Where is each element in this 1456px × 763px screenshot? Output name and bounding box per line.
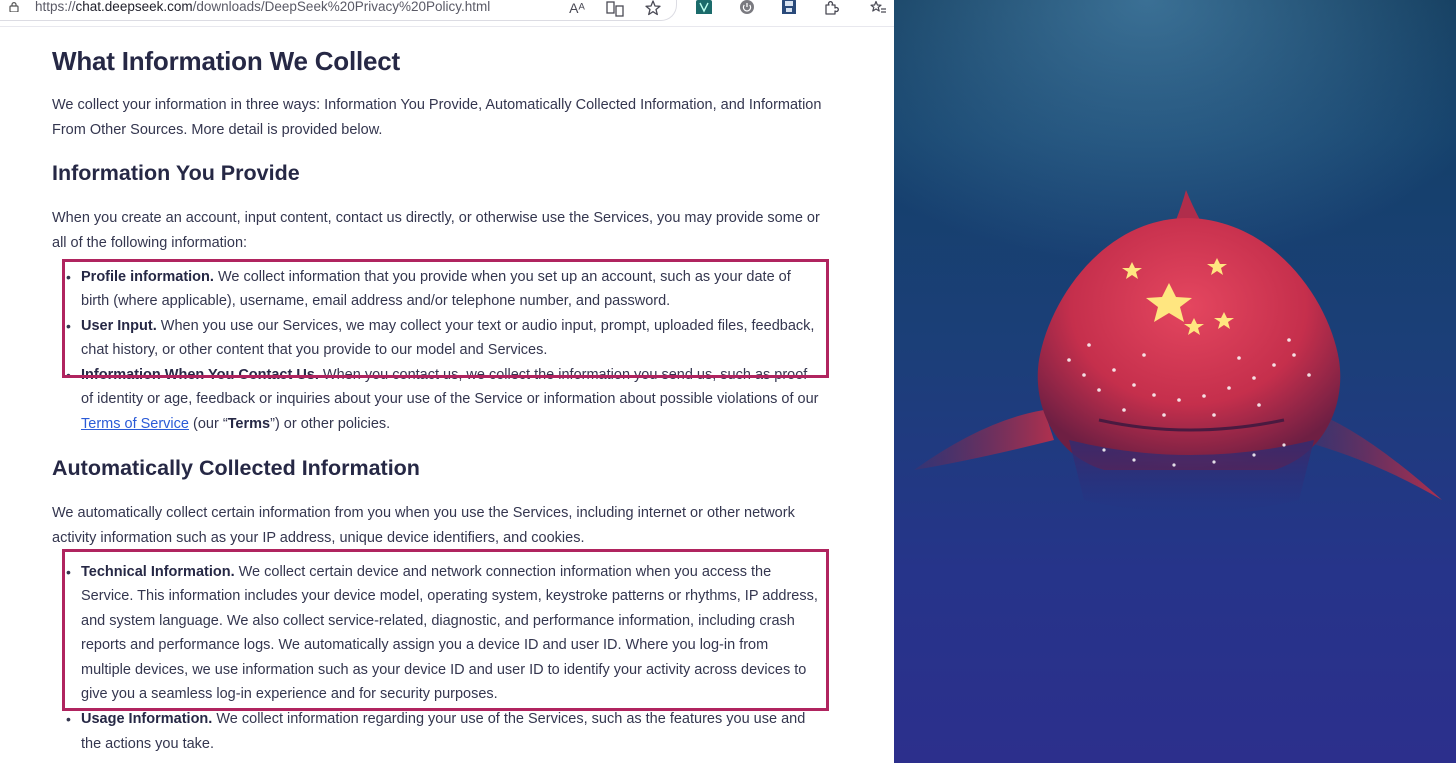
item-label: Information When You Contact Us. xyxy=(81,366,319,383)
list-item-profile-information: Profile information. We collect informat… xyxy=(52,265,822,314)
terms-of-service-link[interactable]: Terms of Service xyxy=(81,416,189,432)
save-extension-icon[interactable] xyxy=(781,0,797,16)
item-label: User Input. xyxy=(81,317,157,334)
item-label: Usage Information. xyxy=(81,711,213,728)
read-aloud-icon[interactable]: Aᴬ xyxy=(568,0,586,17)
item-text: (our “ xyxy=(188,416,228,433)
favorite-star-icon[interactable] xyxy=(644,0,662,17)
power-extension-icon[interactable] xyxy=(739,0,755,16)
section-heading-automatically-collected: Automatically Collected Information xyxy=(52,456,420,480)
item-text: When you use our Services, we may collec… xyxy=(81,317,815,359)
whale-illustration xyxy=(894,0,1456,513)
item-text: ”) or other policies. xyxy=(270,416,391,433)
list-item-user-input: User Input. When you use our Services, w… xyxy=(52,314,822,363)
terms-bold: Terms xyxy=(227,416,271,433)
browser-window: https://chat.deepseek.com/downloads/Deep… xyxy=(0,0,894,763)
puzzle-extensions-icon[interactable] xyxy=(823,0,839,16)
section1-lead-paragraph: When you create an account, input conten… xyxy=(52,210,820,251)
list-item-technical-information: Technical Information. We collect certai… xyxy=(52,560,822,708)
page-title: What Information We Collect xyxy=(52,46,401,76)
url-path: /downloads/DeepSeek%20Privacy%20Policy.h… xyxy=(192,0,491,14)
extension-icon[interactable] xyxy=(696,0,712,16)
address-bar-area: https://chat.deepseek.com/downloads/Deep… xyxy=(0,0,894,27)
lock-icon[interactable] xyxy=(9,2,19,12)
item-label: Technical Information. xyxy=(81,563,235,580)
section-heading-information-you-provide: Information You Provide xyxy=(52,161,300,185)
section2-list: Technical Information. We collect certai… xyxy=(52,560,822,757)
item-label: Profile information. xyxy=(81,268,214,285)
list-item-contact-information: Information When You Contact Us. When yo… xyxy=(52,363,822,437)
immersive-reader-icon[interactable] xyxy=(606,0,624,18)
section2-lead-paragraph: We automatically collect certain informa… xyxy=(52,505,795,546)
url-scheme: https:// xyxy=(35,0,76,14)
whale-illustration-panel xyxy=(894,0,1456,763)
section1-list: Profile information. We collect informat… xyxy=(52,265,822,437)
url-text[interactable]: https://chat.deepseek.com/downloads/Deep… xyxy=(35,0,490,14)
url-host: chat.deepseek.com xyxy=(75,0,193,14)
item-text: We collect certain device and network co… xyxy=(81,563,818,703)
intro-paragraph: We collect your information in three way… xyxy=(52,97,822,138)
left-fin xyxy=(914,410,1054,470)
favorites-list-icon[interactable] xyxy=(870,0,886,16)
list-item-usage-information: Usage Information. We collect informatio… xyxy=(52,707,822,756)
